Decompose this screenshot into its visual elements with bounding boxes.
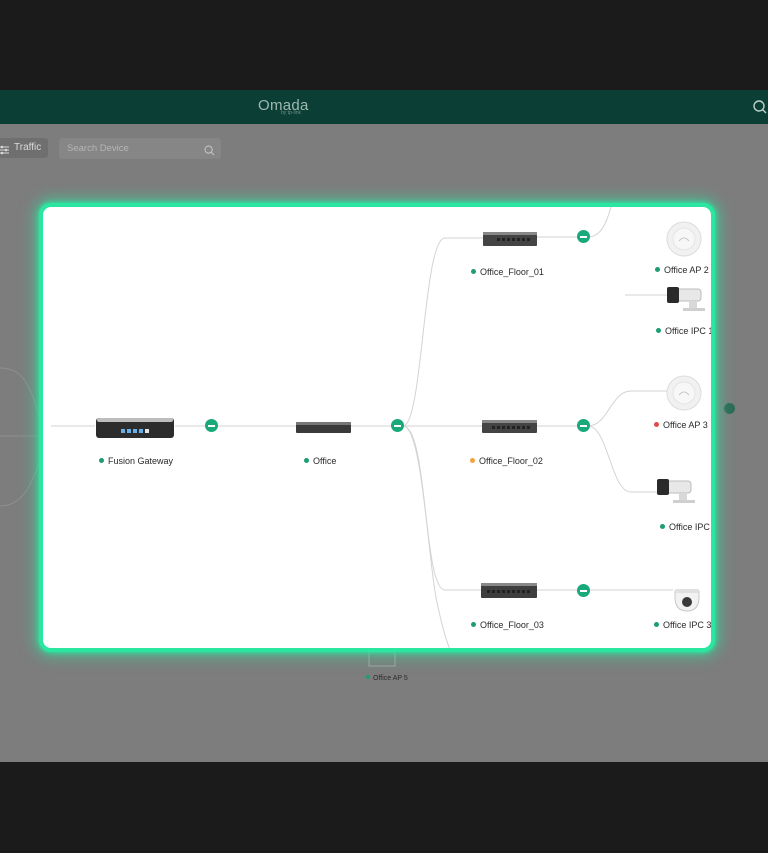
topology-card: Fusion Gateway Office Office_Floor_01 Of… [39, 203, 715, 652]
node-label-office-ap5: Office AP 5 [366, 675, 408, 682]
access-point-icon[interactable] [666, 375, 702, 416]
collapse-button[interactable] [577, 419, 590, 432]
collapse-badge[interactable] [724, 403, 735, 414]
gateway-icon[interactable] [95, 417, 175, 444]
letterbox-bottom [0, 762, 768, 853]
collapse-button[interactable] [205, 419, 218, 432]
switch-icon[interactable] [481, 582, 537, 604]
node-label-office-ipc3: Office IPC 3 [654, 620, 711, 630]
node-label-office-ap3: Office AP 3 [654, 420, 708, 430]
node-label-office-ipc2: Office IPC 2 [660, 522, 711, 532]
switch-icon[interactable] [483, 231, 537, 252]
collapse-button[interactable] [391, 419, 404, 432]
status-dot-online [656, 328, 661, 333]
status-dot [366, 675, 370, 679]
status-dot-offline [654, 422, 659, 427]
collapse-button[interactable] [577, 584, 590, 597]
dome-camera-icon[interactable] [672, 585, 702, 618]
node-label-fusion-gateway: Fusion Gateway [99, 456, 173, 466]
bullet-camera-icon[interactable] [655, 475, 699, 510]
status-dot-online [660, 524, 665, 529]
status-dot-online [471, 622, 476, 627]
node-label-office-ap2: Office AP 2 [655, 265, 709, 275]
node-label-office-ipc1: Office IPC 1 [656, 326, 711, 336]
switch-icon[interactable] [482, 419, 537, 439]
bullet-camera-icon[interactable] [665, 283, 709, 318]
status-dot-online [655, 267, 660, 272]
access-point-icon[interactable] [666, 221, 702, 262]
status-dot-online [99, 458, 104, 463]
status-dot-warning [470, 458, 475, 463]
status-dot-online [304, 458, 309, 463]
letterbox-top [0, 0, 768, 90]
node-label-office-floor-01: Office_Floor_01 [471, 267, 544, 277]
collapse-button[interactable] [577, 230, 590, 243]
node-label-office: Office [304, 456, 336, 466]
switch-icon[interactable] [296, 420, 351, 439]
status-dot-online [471, 269, 476, 274]
status-dot-online [654, 622, 659, 627]
node-label-office-floor-02: Office_Floor_02 [470, 456, 543, 466]
node-label-office-floor-03: Office_Floor_03 [471, 620, 544, 630]
